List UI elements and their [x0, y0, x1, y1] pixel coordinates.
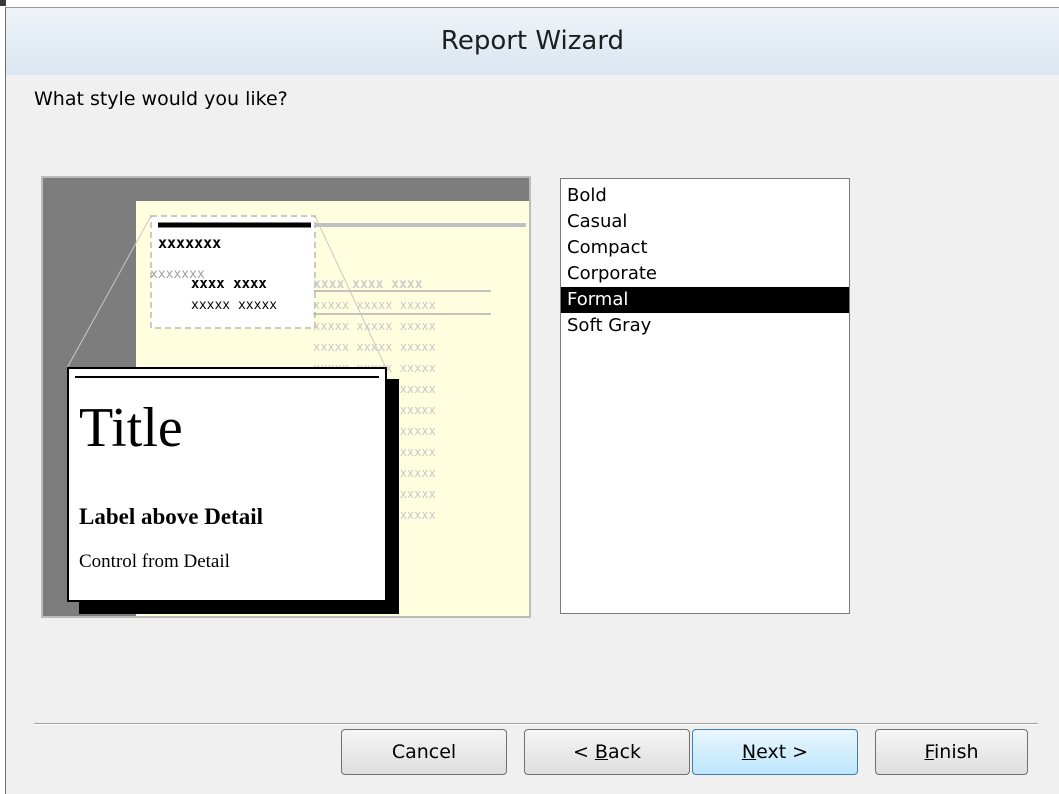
next-mnemonic: N: [741, 741, 757, 763]
report-wizard-dialog: Report Wizard What style would you like?…: [5, 7, 1059, 794]
title-bar: Report Wizard: [6, 8, 1059, 75]
finish-button[interactable]: Finish: [875, 729, 1028, 775]
back-prefix: <: [572, 741, 595, 763]
style-option-compact[interactable]: Compact: [561, 235, 849, 261]
detail-row-text: xxxxx xxxxx: [191, 298, 277, 313]
window-corner: [0, 0, 6, 6]
bold-row-faded: xxxx xxxx xxxx: [313, 277, 423, 292]
card-control: Control from Detail: [79, 551, 230, 572]
card-rule: [75, 376, 379, 378]
back-mnemonic: B: [594, 741, 608, 763]
finish-mnemonic: F: [924, 741, 934, 763]
button-separator: [34, 723, 1038, 725]
card-label: Label above Detail: [79, 504, 263, 529]
style-listbox[interactable]: Bold Casual Compact Corporate Formal Soft Gra…: [560, 178, 850, 614]
cancel-button[interactable]: Cancel: [341, 729, 507, 775]
cancel-label: Cancel: [391, 741, 457, 763]
style-option-bold[interactable]: Bold: [561, 183, 849, 209]
style-preview: xxxxxxx xxxxxxx xxxx xxxx xxxx xxxx xxxx…: [41, 176, 531, 618]
detail-row-faded: xxxxx xxxxx xxxxx: [313, 340, 436, 354]
style-option-soft-gray[interactable]: Soft Gray: [561, 313, 849, 339]
back-rest: ack: [607, 741, 642, 763]
card-title: Title: [79, 397, 183, 459]
detail-row-faded: xxxxx xxxxx xxxxx: [313, 298, 436, 312]
style-option-corporate[interactable]: Corporate: [561, 261, 849, 287]
style-zoom-card: Title Label above Detail Control from De…: [67, 367, 387, 602]
bold-row-text: xxxx xxxx: [191, 276, 267, 292]
next-rest: ext >: [756, 741, 809, 763]
header-row-text: xxxxxxx: [158, 234, 221, 252]
style-option-casual[interactable]: Casual: [561, 209, 849, 235]
window-title: Report Wizard: [440, 26, 625, 56]
style-prompt: What style would you like?: [34, 88, 288, 110]
back-button[interactable]: < Back: [524, 729, 690, 775]
detail-row-faded: xxxxx xxxxx xxxxx: [313, 319, 436, 333]
style-option-formal[interactable]: Formal: [561, 287, 849, 313]
finish-rest: inish: [934, 741, 979, 763]
next-button[interactable]: Next >: [692, 729, 858, 775]
